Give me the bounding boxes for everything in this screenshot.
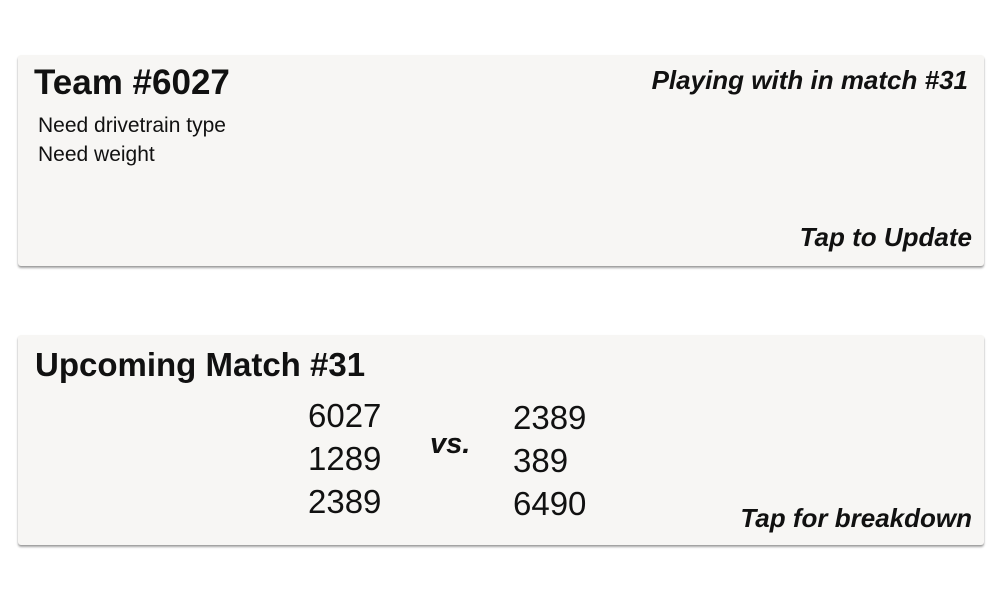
- alliance-right: 2389 389 6490: [513, 396, 586, 525]
- tap-to-update-button[interactable]: Tap to Update: [800, 220, 972, 254]
- playing-with-label: Playing with in match #31: [651, 65, 968, 95]
- alliance-right-team-2: 389: [513, 442, 569, 479]
- alliance-right-team-3: 6490: [513, 485, 587, 522]
- upcoming-match-card[interactable]: Upcoming Match #31 6027 1289 2389 vs. 23…: [18, 335, 984, 545]
- need-item-drivetrain: Need drivetrain type: [38, 114, 226, 137]
- team-title: Team #6027: [34, 63, 230, 102]
- alliance-left-team-2: 1289: [308, 440, 382, 477]
- tap-for-breakdown-button[interactable]: Tap for breakdown: [740, 501, 972, 535]
- need-item-weight: Need weight: [38, 143, 155, 166]
- match-title: Upcoming Match #31: [35, 346, 366, 383]
- alliance-left-team-3: 2389: [308, 483, 382, 520]
- alliance-left: 6027 1289 2389: [308, 394, 381, 523]
- alliance-left-team-1: 6027: [308, 397, 382, 434]
- team-card[interactable]: Team #6027 Playing with in match #31 Nee…: [18, 55, 984, 266]
- versus-label: vs.: [430, 428, 471, 460]
- alliance-right-team-1: 2389: [513, 399, 587, 436]
- needs-list: Need drivetrain type Need weight: [38, 111, 226, 169]
